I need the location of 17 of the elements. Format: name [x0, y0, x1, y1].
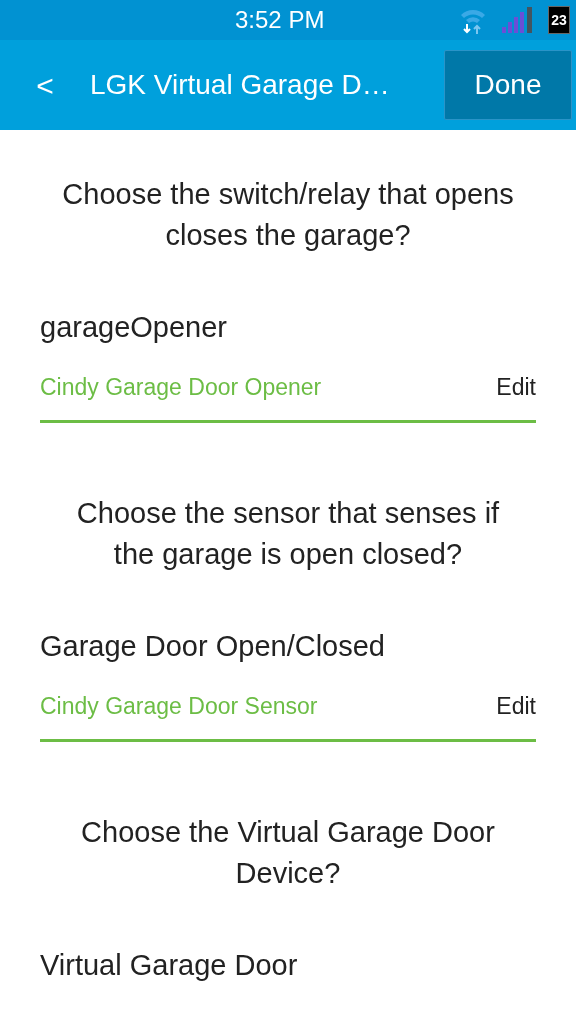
selected-device: Cindy Garage Door Sensor	[40, 691, 318, 721]
field-label: garageOpener	[40, 310, 229, 345]
selected-device-row[interactable]: Cindy Garage Door Sensor Edit	[40, 688, 536, 742]
battery-icon: 23	[548, 6, 570, 34]
question-text: Choose the switch/relay that opens closes the garage?	[61, 177, 515, 253]
field-label: Virtual Garage Door	[40, 948, 299, 983]
status-time: 3:52 PM	[235, 5, 325, 35]
done-button[interactable]: Done	[444, 50, 572, 120]
edit-link[interactable]: Edit	[496, 369, 536, 404]
edit-link[interactable]: Edit	[496, 688, 536, 723]
screen-title: LGK Virtual Garage D…	[90, 68, 391, 102]
signal-icon	[502, 7, 534, 33]
field-label: Garage Door Open/Closed	[40, 629, 386, 664]
selected-device: Cindy Garage Door Opener	[40, 372, 322, 402]
question-text: Choose the sensor that senses if the garage is open closed?	[75, 496, 501, 572]
question-text: Choose the Virtual Garage Door Device?	[80, 815, 496, 891]
selected-device-row[interactable]: Cindy Garage Door Opener Edit	[40, 369, 536, 423]
